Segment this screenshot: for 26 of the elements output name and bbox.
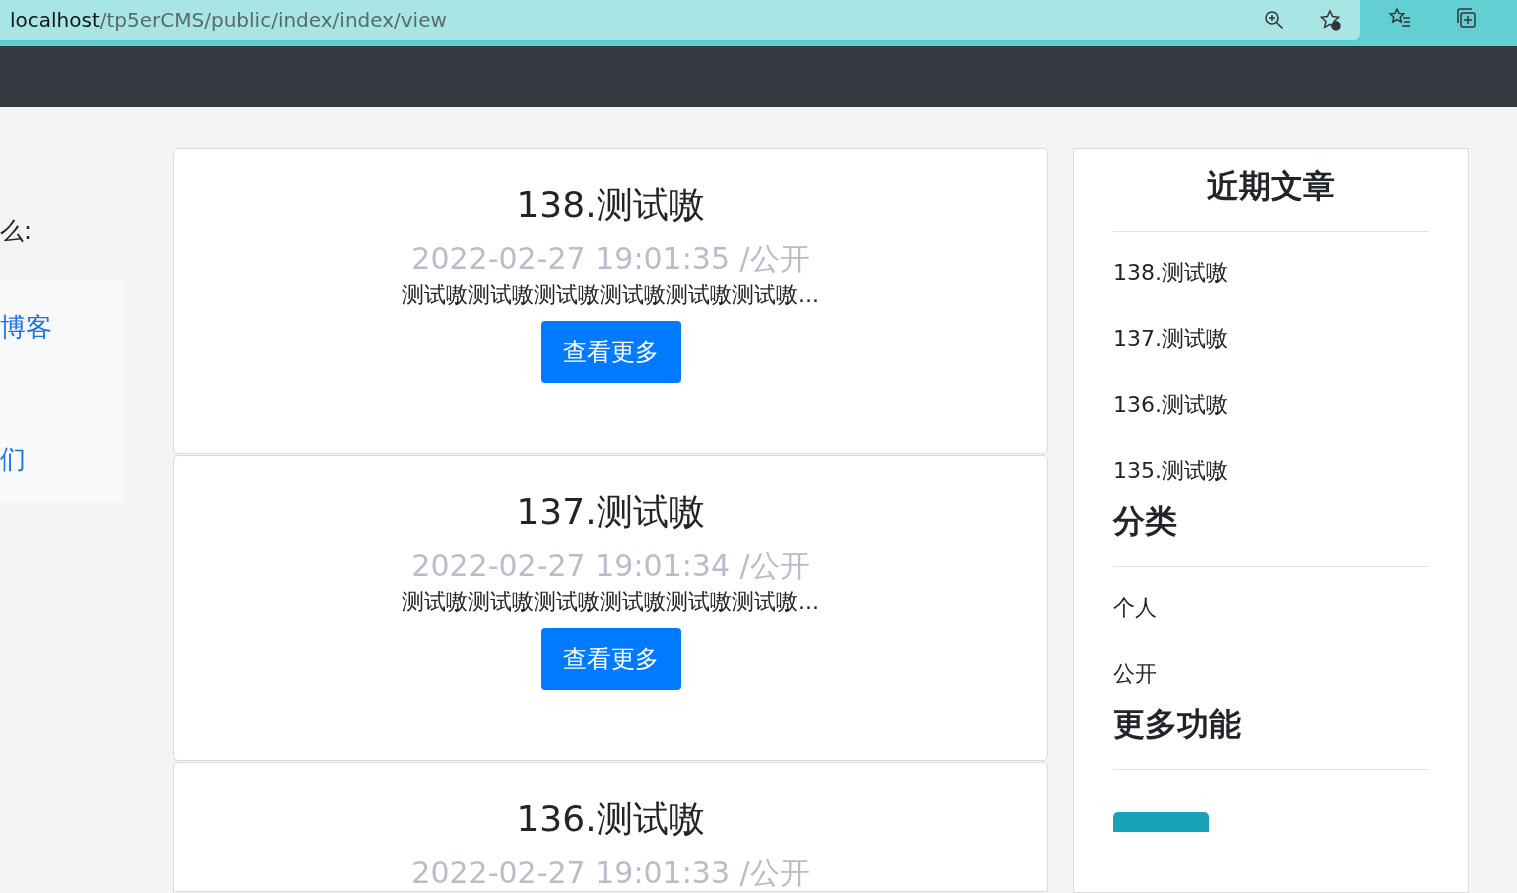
section-heading: 更多功能 [1113, 704, 1242, 745]
post-date: 2022-02-27 19:01:33 /公开 [411, 855, 810, 891]
sidebar-link[interactable]: 公开 [1113, 657, 1157, 691]
zoom-icon[interactable] [1262, 8, 1286, 32]
collections-icon[interactable] [1454, 6, 1478, 30]
nav-link[interactable]: 博客 [0, 309, 52, 345]
post-excerpt: 测试嗷测试嗷测试嗷测试嗷测试嗷测试嗷... [402, 281, 819, 309]
post-date: 2022-02-27 19:01:35 /公开 [411, 241, 810, 277]
nav-link[interactable]: 们 [0, 441, 26, 477]
post-title: 137.测试嗷 [516, 490, 705, 534]
post-title: 136.测试嗷 [516, 797, 705, 841]
prompt-text: 么: [0, 216, 34, 247]
sidebar-link[interactable]: 138.测试嗷 [1113, 256, 1228, 290]
section-heading: 近期文章 [1206, 166, 1336, 207]
sidebar-link[interactable]: 135.测试嗷 [1113, 454, 1228, 488]
sidebar-link[interactable]: 137.测试嗷 [1113, 322, 1228, 356]
post-excerpt: 测试嗷测试嗷测试嗷测试嗷测试嗷测试嗷... [402, 588, 819, 616]
sidebar-link[interactable]: 个人 [1113, 591, 1157, 625]
section-heading: 分类 [1113, 501, 1178, 542]
sidebar-link[interactable]: 136.测试嗷 [1113, 388, 1228, 422]
post-title: 138.测试嗷 [516, 183, 705, 227]
star-plus-icon[interactable] [1318, 8, 1342, 32]
read-more-button[interactable]: 查看更多 [540, 321, 681, 383]
read-more-button[interactable]: 查看更多 [540, 628, 681, 690]
favorites-icon[interactable] [1388, 6, 1412, 30]
post-date: 2022-02-27 19:01:34 /公开 [411, 548, 810, 584]
